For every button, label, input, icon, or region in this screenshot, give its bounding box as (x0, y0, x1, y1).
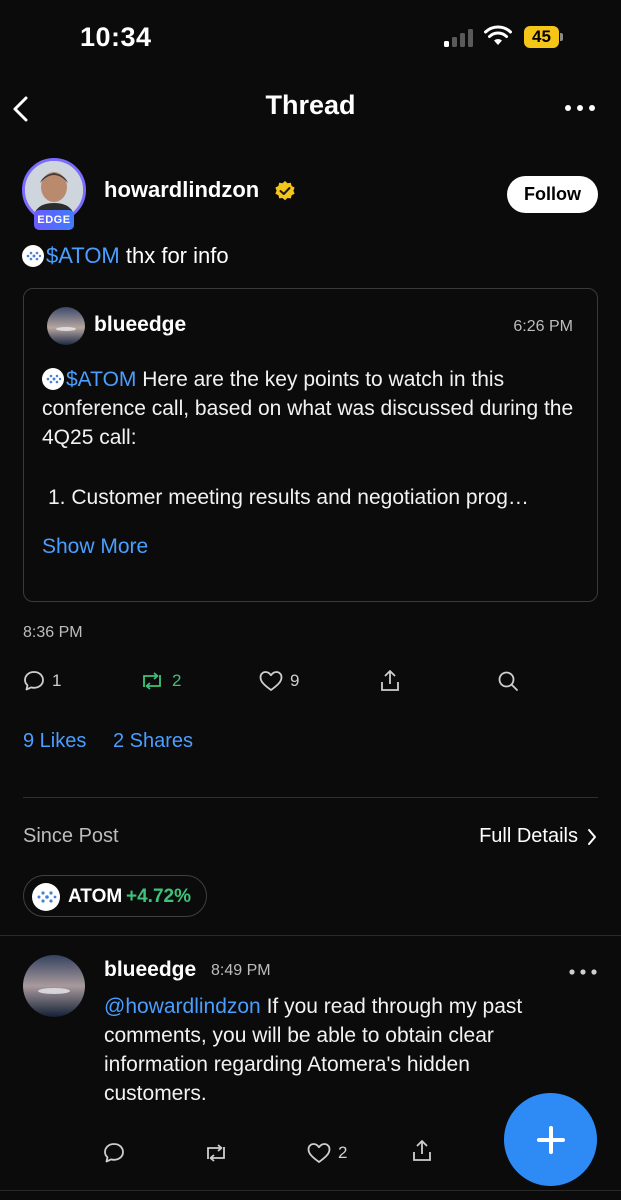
since-post-label: Since Post (23, 825, 119, 847)
comment-count: 1 (52, 671, 62, 690)
post-timestamp: 8:36 PM (23, 624, 83, 641)
reply-username[interactable]: blueedge (104, 958, 196, 982)
atom-ticker-icon (22, 245, 44, 267)
battery-icon: 45 (524, 26, 564, 48)
reshare-icon (143, 672, 161, 690)
chevron-right-icon (588, 828, 596, 845)
section-divider (0, 935, 621, 936)
quote-author-avatar[interactable] (47, 307, 85, 345)
author-username[interactable]: howardlindzon (104, 177, 259, 203)
quote-timestamp: 6:26 PM (513, 318, 573, 335)
reply-reshare-button[interactable] (202, 1140, 230, 1166)
reshare-count: 2 (172, 671, 182, 690)
quote-username[interactable]: blueedge (94, 313, 186, 337)
atom-ticker-icon (32, 883, 60, 911)
reply-like-button[interactable]: 2 (306, 1140, 347, 1166)
status-bar: 10:34 45 (0, 0, 621, 72)
post-cashtag[interactable]: $ATOM (46, 243, 120, 268)
reply-like-count: 2 (338, 1143, 348, 1162)
quoted-post-card[interactable]: blueedge 6:26 PM $ATOM Here are the key … (23, 288, 598, 602)
ticker-change: +4.72% (126, 886, 191, 907)
section-divider (0, 1190, 621, 1191)
compose-button[interactable] (504, 1093, 597, 1186)
follow-button[interactable]: Follow (507, 176, 598, 213)
post-body: $ATOM thx for info (22, 242, 229, 270)
page-title: Thread (265, 90, 356, 120)
cellular-signal-icon (444, 29, 476, 47)
battery-level: 45 (524, 26, 559, 48)
likes-count-link[interactable]: 9 Likes (23, 730, 86, 753)
reply-comment-button[interactable] (102, 1140, 126, 1166)
shares-count-link[interactable]: 2 Shares (113, 730, 193, 753)
search-icon (498, 671, 518, 691)
verified-badge-icon (275, 181, 295, 201)
post-text: thx for info (119, 243, 229, 268)
show-more-link[interactable]: Show More (42, 535, 148, 559)
full-details-label: Full Details (479, 825, 578, 847)
atom-ticker-icon (42, 368, 64, 390)
reshare-icon (207, 1144, 225, 1162)
reply-author-avatar[interactable] (23, 955, 85, 1017)
search-button[interactable] (496, 668, 520, 694)
reshare-button[interactable]: 2 (138, 668, 181, 694)
like-button[interactable]: 9 (258, 668, 299, 694)
ticker-symbol: ATOM (68, 886, 123, 907)
comment-icon (104, 1143, 124, 1163)
reply-timestamp: 8:49 PM (211, 962, 271, 979)
quote-list-item: 1. Customer meeting results and negotiat… (48, 486, 529, 509)
quote-body: $ATOM Here are the key points to watch i… (42, 365, 582, 452)
reply-body: @howardlindzon If you read through my pa… (104, 992, 574, 1108)
heart-icon (307, 1143, 331, 1163)
plus-icon (536, 1125, 565, 1154)
wifi-icon (484, 25, 512, 45)
share-icon (381, 670, 399, 691)
divider (23, 797, 598, 798)
nav-bar: Thread (0, 80, 621, 136)
comment-button[interactable]: 1 (22, 668, 61, 694)
quote-cashtag[interactable]: $ATOM (66, 368, 136, 391)
like-count: 9 (290, 671, 300, 690)
reply-more-options-icon[interactable] (566, 962, 600, 982)
full-details-link[interactable]: Full Details (479, 825, 598, 848)
more-options-icon[interactable] (560, 96, 600, 120)
heart-icon (259, 671, 283, 691)
author-avatar[interactable]: EDGE (22, 158, 86, 236)
reply-share-button[interactable] (410, 1138, 434, 1164)
reply-mention[interactable]: @howardlindzon (104, 995, 261, 1018)
ticker-pill[interactable]: ATOM +4.72% (23, 875, 207, 917)
share-button[interactable] (378, 668, 402, 694)
share-icon (413, 1140, 431, 1161)
edge-badge: EDGE (34, 210, 74, 230)
status-time: 10:34 (80, 22, 152, 52)
comment-icon (24, 671, 44, 691)
